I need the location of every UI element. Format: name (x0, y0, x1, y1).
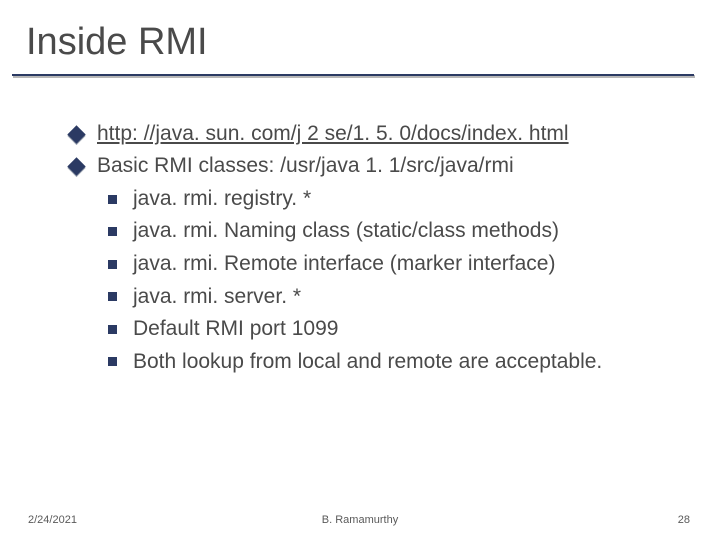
underline-bar (12, 74, 694, 76)
diamond-bullet-icon (67, 125, 85, 143)
link-text[interactable]: http: //java. sun. com/j 2 se/1. 5. 0/do… (97, 118, 569, 151)
square-bullet-icon (108, 325, 117, 334)
sub-bullet-text: Both lookup from local and remote are ac… (133, 346, 602, 379)
sub-bullet-1: java. rmi. Naming class (static/class me… (70, 215, 720, 248)
square-bullet-icon (108, 195, 117, 204)
sub-bullet-text: java. rmi. server. * (133, 281, 301, 314)
diamond-bullet-icon (67, 157, 85, 175)
sub-bullet-3: java. rmi. server. * (70, 281, 720, 314)
square-bullet-icon (108, 292, 117, 301)
sub-bullet-2: java. rmi. Remote interface (marker inte… (70, 248, 720, 281)
slide: Inside RMI http: //java. sun. com/j 2 se… (0, 0, 720, 540)
title-row: Inside RMI (0, 0, 720, 64)
sub-bullet-text: java. rmi. registry. * (133, 183, 311, 216)
square-bullet-icon (108, 260, 117, 269)
square-bullet-icon (108, 227, 117, 236)
bullet-link: http: //java. sun. com/j 2 se/1. 5. 0/do… (70, 118, 720, 151)
content-area: http: //java. sun. com/j 2 se/1. 5. 0/do… (0, 78, 720, 378)
bullet-basic-text: Basic RMI classes: /usr/java 1. 1/src/ja… (97, 150, 514, 183)
sub-bullet-5: Both lookup from local and remote are ac… (70, 346, 720, 379)
sub-bullet-text: Default RMI port 1099 (133, 313, 338, 346)
footer-author: B. Ramamurthy (0, 514, 720, 526)
slide-title: Inside RMI (26, 22, 720, 64)
sub-bullet-0: java. rmi. registry. * (70, 183, 720, 216)
sub-bullet-text: java. rmi. Naming class (static/class me… (133, 215, 559, 248)
title-underline (12, 74, 696, 78)
bullet-basic: Basic RMI classes: /usr/java 1. 1/src/ja… (70, 150, 720, 183)
square-bullet-icon (108, 357, 117, 366)
footer-page-number: 28 (678, 514, 690, 526)
sub-bullet-4: Default RMI port 1099 (70, 313, 720, 346)
sub-bullet-text: java. rmi. Remote interface (marker inte… (133, 248, 555, 281)
